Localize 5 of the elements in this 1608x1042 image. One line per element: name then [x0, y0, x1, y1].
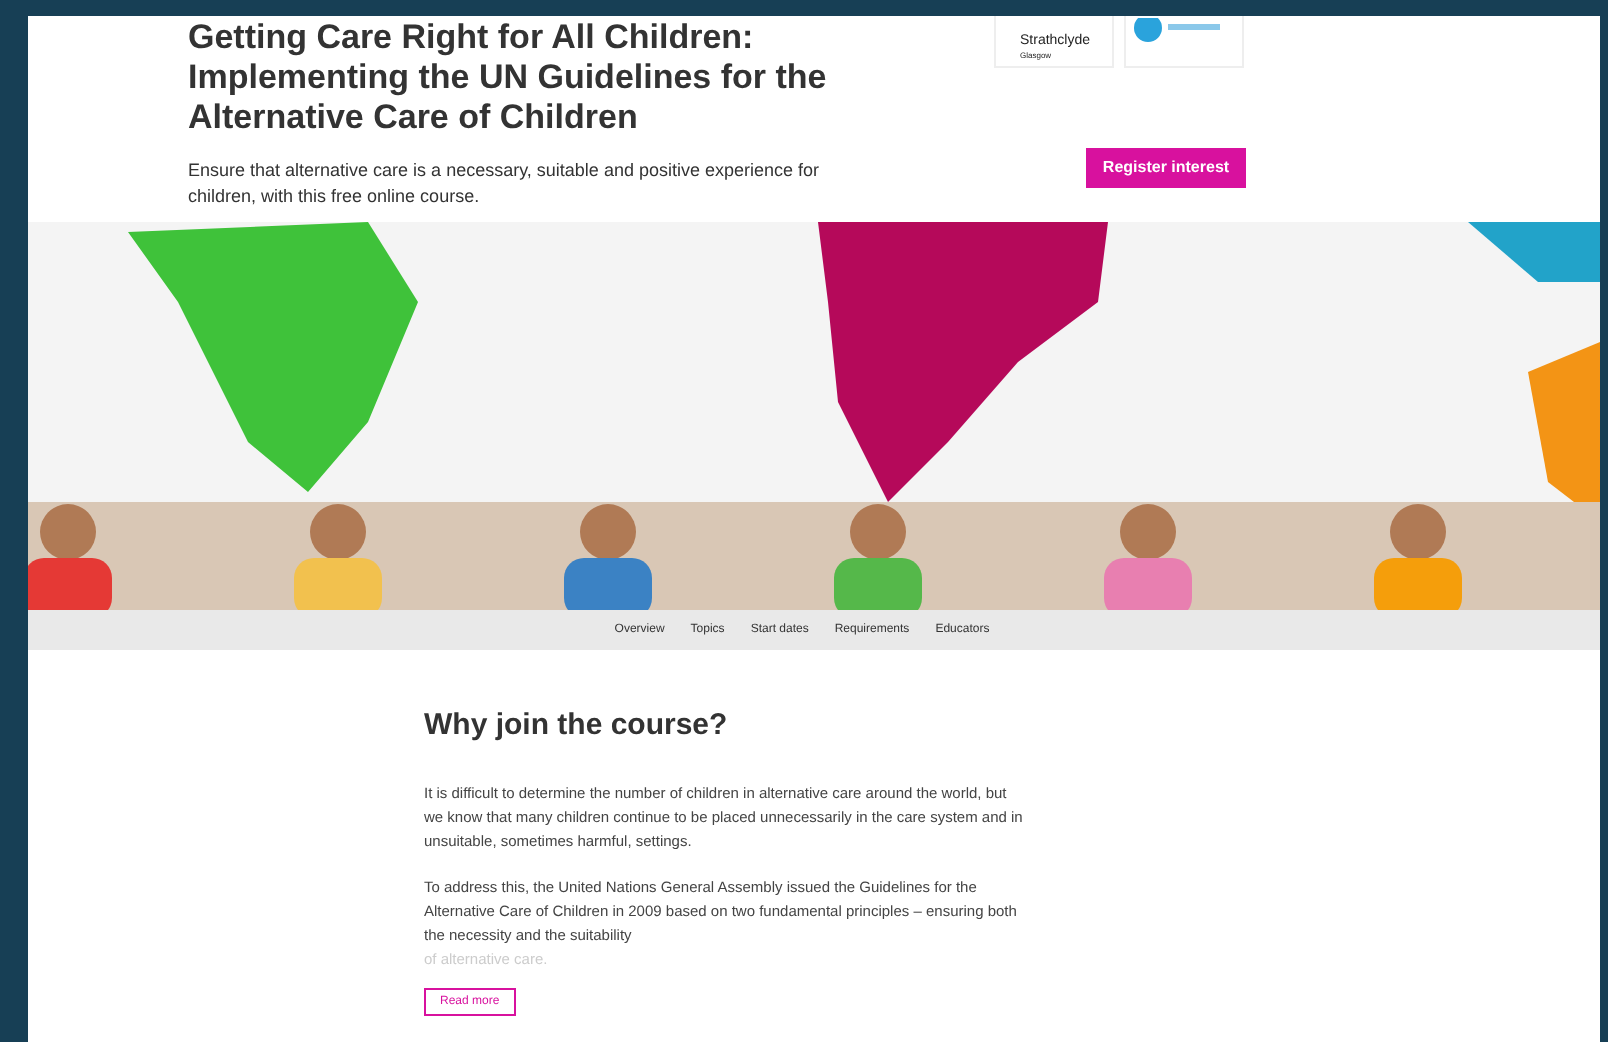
section-heading: Why join the course?	[424, 706, 730, 746]
course-title: Getting Care Right for All Children: Implementing the UN Guidelines for the Alternative Care of Children	[188, 18, 829, 138]
logo-icon	[1134, 18, 1222, 46]
course-description: Ensure that alternative care is a necessary, suitable and positive experience for children, with this free online course.	[188, 158, 822, 210]
register-button[interactable]: Register interest	[1086, 148, 1246, 188]
